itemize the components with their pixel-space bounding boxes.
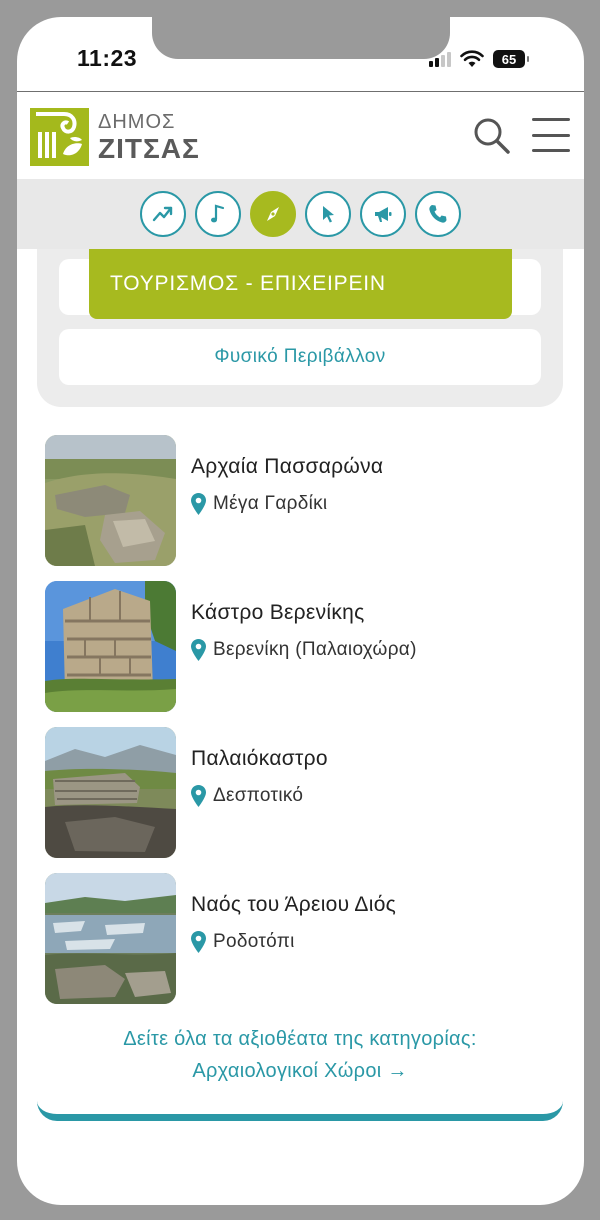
status-icons: 65 — [429, 47, 529, 71]
site-header: ΔΗΜΟΣ ΖΙΤΣΑΣ — [17, 91, 584, 179]
item-location: Δεσποτικό — [191, 785, 303, 807]
compass-icon[interactable] — [250, 191, 296, 237]
subcategory-link[interactable]: Φυσικό Περιβάλλον — [59, 329, 541, 385]
notch — [152, 17, 450, 59]
hamburger-menu-icon[interactable] — [532, 118, 570, 152]
cursor-icon[interactable] — [305, 191, 351, 237]
item-location-text: Βερενίκη (Παλαιοχώρα) — [213, 639, 417, 660]
item-location-text: Ροδοτόπι — [213, 931, 295, 952]
item-title: Παλαιόκαστρο — [191, 747, 328, 770]
list-item[interactable]: Παλαιόκαστρο Δεσποτικό — [45, 727, 565, 859]
status-time: 11:23 — [77, 45, 138, 71]
location-pin-icon — [191, 931, 206, 953]
item-title: Ναός του Άρειου Διός — [191, 893, 397, 916]
item-location: Βερενίκη (Παλαιοχώρα) — [191, 639, 417, 661]
thumbnail-image — [45, 727, 176, 858]
list-item[interactable]: Ναός του Άρειου Διός Ροδοτόπι — [45, 873, 565, 1005]
item-location-text: Δεσποτικό — [213, 785, 304, 806]
signal-icon — [429, 51, 451, 67]
see-all-line1: Δείτε όλα τα αξιοθέατα της κατηγορίας: — [123, 1028, 477, 1050]
thumbnail-image — [45, 873, 176, 1004]
phone-frame: 11:23 65 ΔΗΜΟΣ ΖΙΤΣΑΣ ΤΟΥΡΙΣΜΟΣ - ΕΠΙΧΕΙ… — [17, 17, 584, 1205]
see-all-link[interactable]: Δείτε όλα τα αξιοθέατα της κατηγορίας: Α… — [37, 1023, 563, 1087]
item-location: Ροδοτόπι — [191, 931, 295, 953]
item-location: Μέγα Γαρδίκι — [191, 493, 327, 515]
thumbnail-image — [45, 435, 176, 566]
item-location-text: Μέγα Γαρδίκι — [213, 493, 328, 514]
item-title: Κάστρο Βερενίκης — [191, 601, 365, 624]
search-button[interactable] — [472, 116, 512, 156]
see-all-underline — [37, 1099, 563, 1121]
wifi-icon — [460, 50, 484, 67]
battery-icon: 65 — [493, 50, 529, 68]
see-all-line2: Αρχαιολογικοί Χώροι → — [192, 1060, 408, 1082]
search-icon — [474, 118, 510, 154]
location-pin-icon — [191, 493, 206, 515]
location-pin-icon — [191, 639, 206, 661]
quick-nav-bar — [17, 179, 584, 249]
item-title: Αρχαία Πασσαρώνα — [191, 455, 384, 478]
location-pin-icon — [191, 785, 206, 807]
list-item[interactable]: Κάστρο Βερενίκης Βερενίκη (Παλαιοχώρα) — [45, 581, 565, 713]
logo-line1: ΔΗΜΟΣ — [98, 110, 176, 133]
logo-mark — [30, 108, 89, 166]
category-title[interactable]: ΤΟΥΡΙΣΜΟΣ - ΕΠΙΧΕΙΡΕΙΝ — [89, 249, 512, 319]
phone-icon[interactable] — [415, 191, 461, 237]
logo-line2: ΖΙΤΣΑΣ — [98, 132, 200, 164]
category-panel: ΤΟΥΡΙΣΜΟΣ - ΕΠΙΧΕΙΡΕΙΝ Φυσικό Περιβάλλον — [37, 249, 563, 407]
megaphone-icon[interactable] — [360, 191, 406, 237]
music-note-icon[interactable] — [195, 191, 241, 237]
thumbnail-image — [45, 581, 176, 712]
municipality-logo[interactable]: ΔΗΜΟΣ ΖΙΤΣΑΣ — [30, 108, 200, 166]
trending-icon[interactable] — [140, 191, 186, 237]
list-item[interactable]: Αρχαία Πασσαρώνα Μέγα Γαρδίκι — [45, 435, 565, 567]
